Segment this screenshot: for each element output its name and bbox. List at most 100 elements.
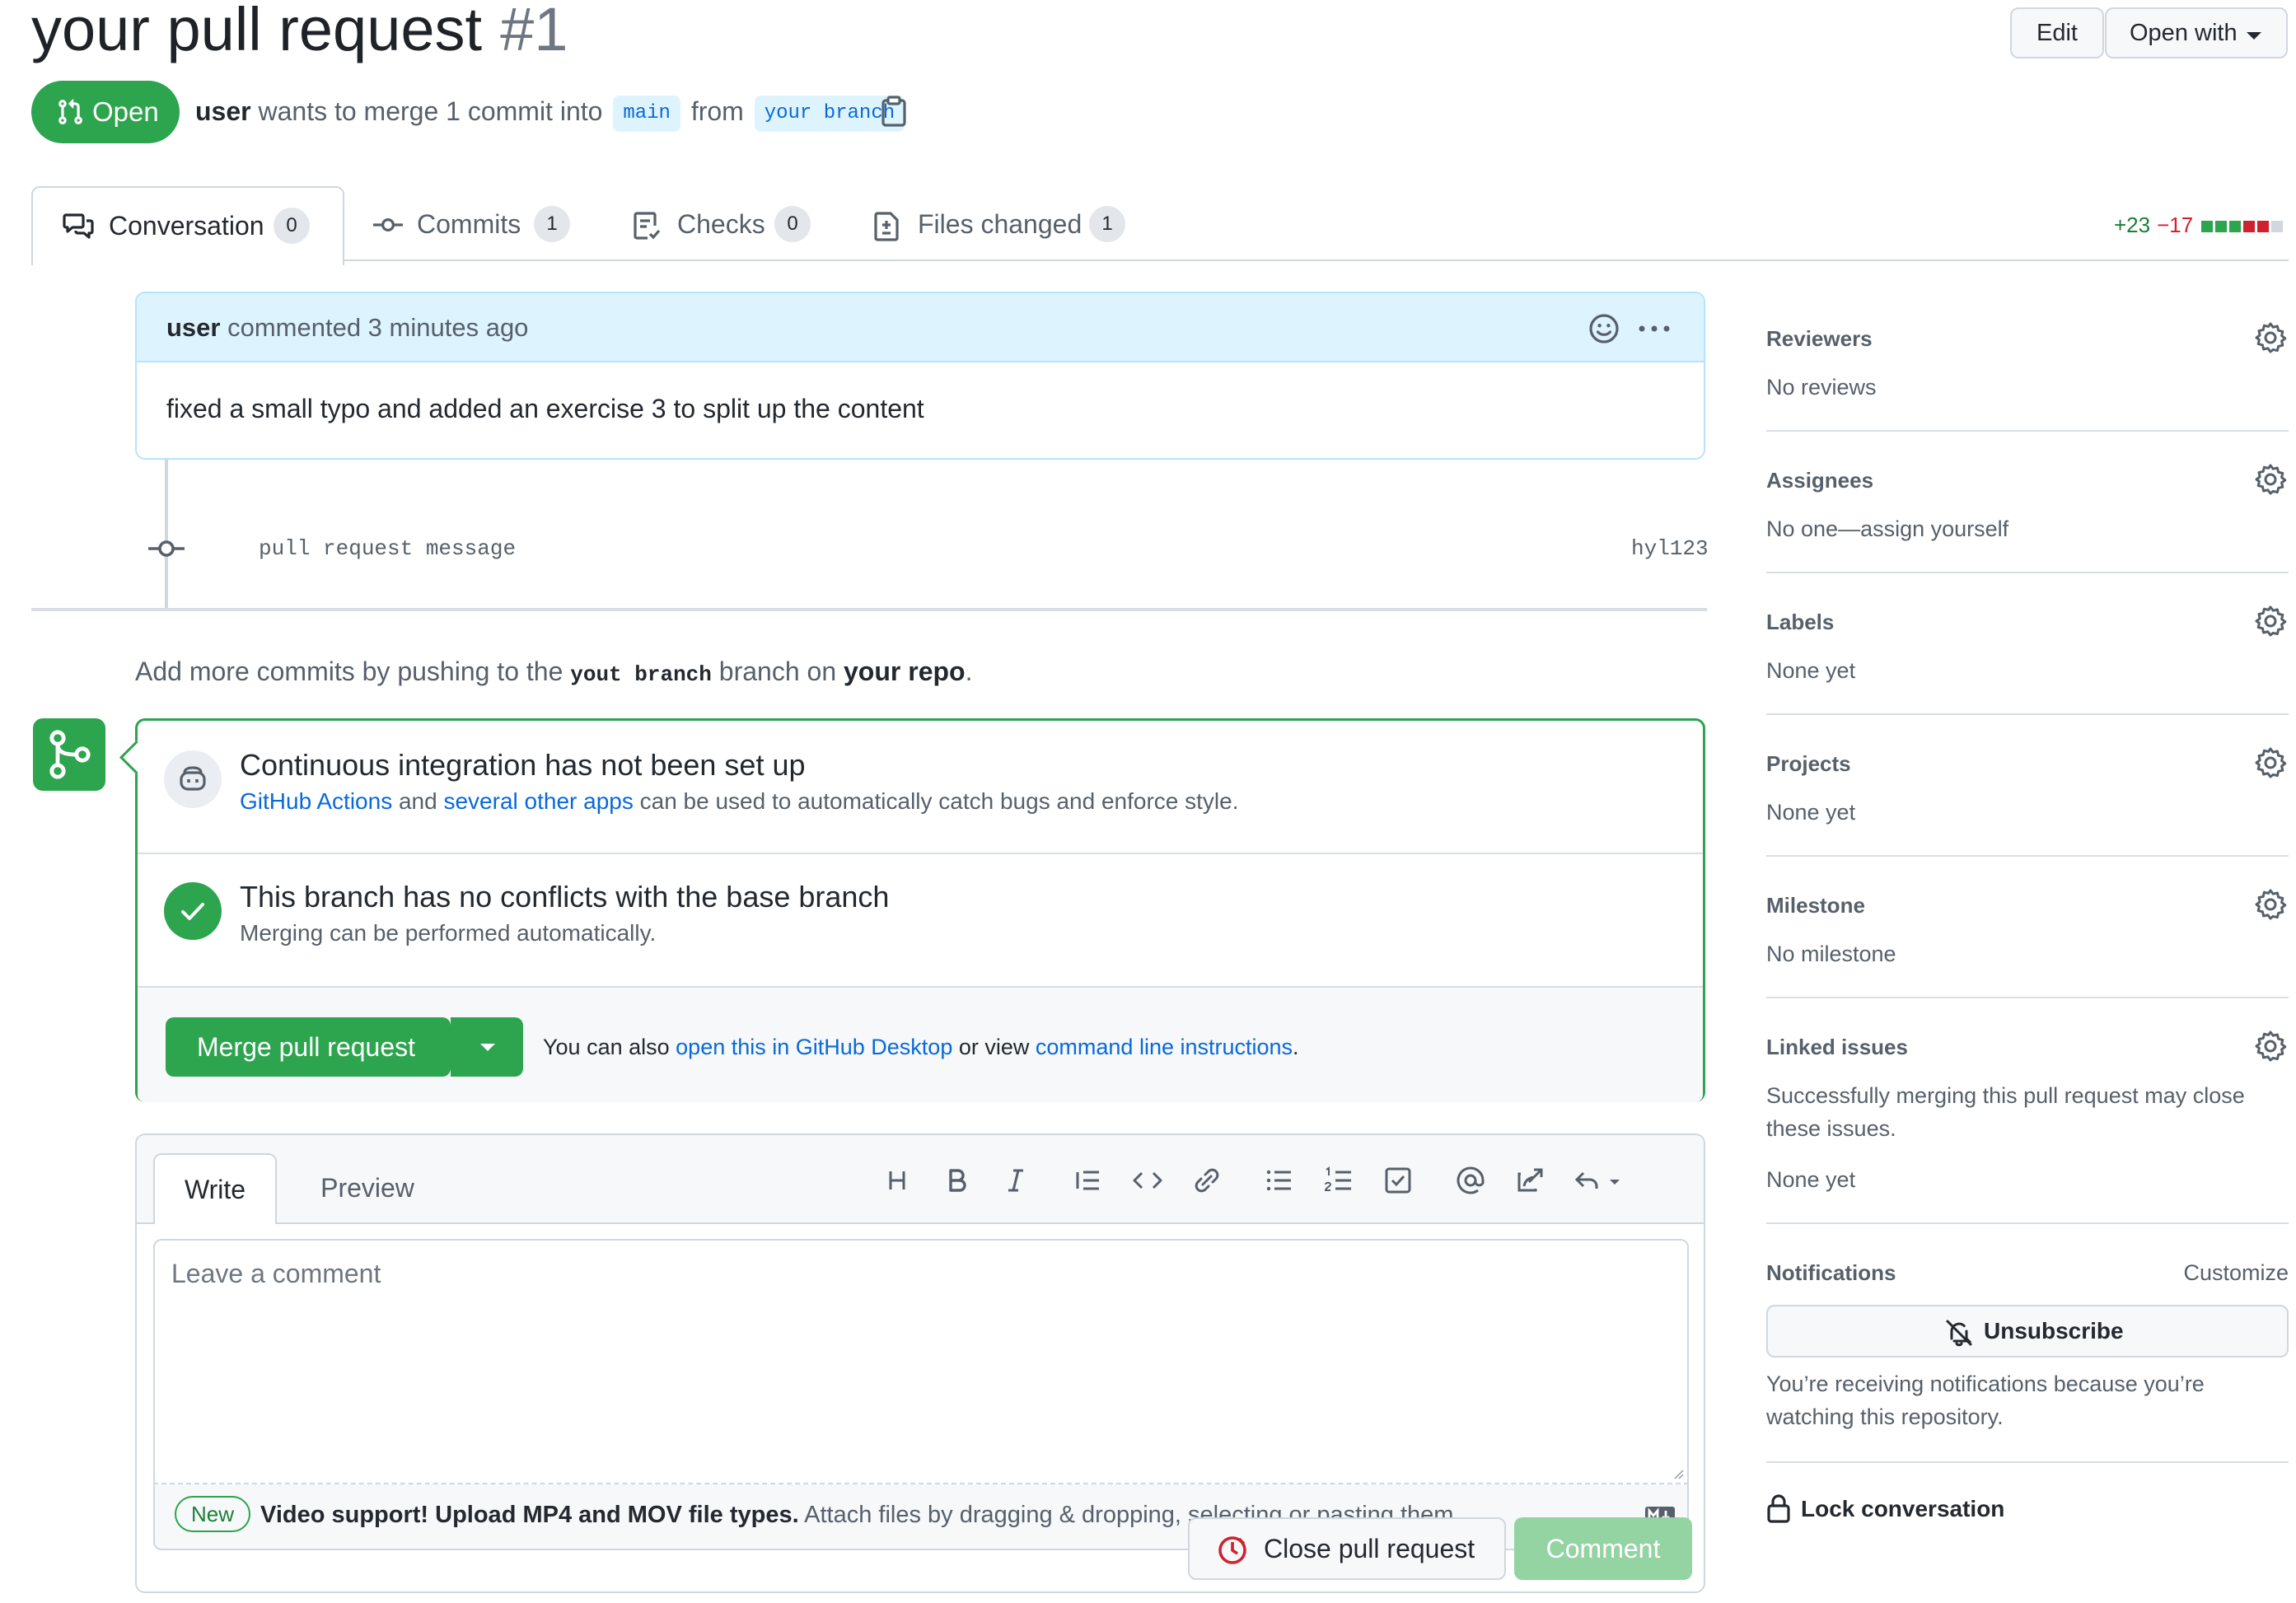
gear-icon[interactable] [2254,463,2287,496]
gear-icon[interactable] [2254,888,2287,921]
merge-button-label: Merge pull request [197,1032,416,1062]
tab-commits[interactable]: Commits 1 [372,186,587,262]
tab-checks-count: 0 [774,206,811,242]
timeline-line [165,460,168,608]
tab-conversation[interactable]: Conversation 0 [31,186,344,265]
diffstat-block [2215,221,2228,233]
other-apps-link[interactable]: several other apps [443,788,633,814]
diffstat-block [2257,221,2270,233]
tab-write[interactable]: Write [153,1153,277,1224]
heading-icon[interactable] [877,1160,918,1201]
assignees-value[interactable]: No one—assign yourself [1766,512,2008,545]
mention-icon[interactable] [1450,1160,1491,1201]
commit-message-link[interactable]: pull request message [259,532,516,565]
diffstat-block [2201,221,2214,233]
ordered-list-icon[interactable] [1318,1160,1359,1201]
milestone-value: No milestone [1766,942,1896,966]
comment-textarea[interactable]: Leave a comment [153,1239,1689,1484]
projects-heading[interactable]: Projects [1766,748,1851,779]
merge-summary: user wants to merge 1 commit into main f… [195,92,908,132]
merge-method-dropdown[interactable] [451,1017,523,1077]
assignees-heading[interactable]: Assignees [1766,465,1873,496]
caret-down-icon [2247,32,2261,40]
labels-heading[interactable]: Labels [1766,606,1834,638]
task-list-icon[interactable] [1377,1160,1419,1201]
pr-title-text: your pull request [31,0,483,63]
github-actions-link[interactable]: GitHub Actions [240,788,392,814]
diffstat-deletions: −17 [2157,213,2194,237]
lock-icon [1767,1494,1790,1523]
edit-button[interactable]: Edit [2010,7,2104,58]
customize-link[interactable]: Customize [2183,1257,2289,1288]
base-branch[interactable]: main [613,95,680,132]
git-commit-icon [373,218,403,232]
hint-prefix: You can also [543,1035,670,1059]
open-with-label: Open with [2130,20,2238,46]
reviewers-heading[interactable]: Reviewers [1766,323,1873,354]
italic-icon[interactable] [995,1160,1036,1201]
open-with-button[interactable]: Open with [2105,7,2288,58]
tab-files-changed-label: Files changed [918,209,1083,239]
tab-files-changed-count: 1 [1089,206,1125,242]
gear-icon[interactable] [2254,746,2287,779]
diffstat-block [2271,221,2284,233]
diffstat-blocks [2199,213,2284,237]
bold-icon[interactable] [936,1160,977,1201]
commit-sha-link[interactable]: hyl123 [1631,532,1709,565]
link-icon[interactable] [1186,1160,1227,1201]
cross-reference-icon[interactable] [1509,1160,1550,1201]
command-line-instructions-link[interactable]: command line instructions [1036,1035,1293,1059]
gear-icon[interactable] [2254,321,2287,354]
ci-and: and [398,788,437,814]
tab-checks-label: Checks [677,209,765,239]
comment-placeholder: Leave a comment [171,1259,381,1288]
git-commit-icon [148,540,185,557]
sidebar-divider [1766,430,2289,432]
merge-box-pointer [119,740,154,775]
add-commits-hint: Add more commits by pushing to the yout … [135,652,972,694]
caret-down-icon [480,1044,495,1051]
comment-author[interactable]: user [166,313,220,342]
ci-status-icon [164,750,222,808]
sidebar-divider [1766,997,2289,998]
diffstat-block [2243,221,2256,233]
copilot-robot-icon [180,766,206,791]
tab-files-changed[interactable]: Files changed 1 [873,186,1137,262]
resize-handle-icon[interactable] [1672,1468,1684,1479]
smiley-icon[interactable] [1588,313,1620,344]
state-label: Open [92,96,159,127]
unsubscribe-button[interactable]: Unsubscribe [1766,1305,2289,1358]
code-icon[interactable] [1127,1160,1168,1201]
tab-conversation-label: Conversation [109,211,264,241]
copy-icon[interactable] [880,96,908,127]
unordered-list-icon[interactable] [1259,1160,1300,1201]
reply-icon[interactable] [1569,1160,1634,1201]
gear-icon[interactable] [2254,605,2287,638]
hint-suffix: . [1293,1035,1299,1059]
hint-mid: or view [958,1035,1030,1059]
merge-box: Continuous integration has not been set … [119,718,1705,1102]
labels-value: None yet [1766,658,1856,683]
linked-issues-line1: Successfully merging this pull request m… [1766,1083,2245,1108]
open-in-desktop-link[interactable]: open this in GitHub Desktop [676,1035,952,1059]
diffstat-block [2229,221,2242,233]
merge-pull-request-button[interactable]: Merge pull request [166,1017,452,1077]
comment-submit-button[interactable]: Comment [1514,1517,1692,1580]
add-commits-prefix: Add more commits by pushing to the [135,657,563,686]
add-commits-repo: your repo [844,657,966,686]
comment-timestamp[interactable]: commented 3 minutes ago [227,313,528,342]
pr-author-link[interactable]: user [195,96,251,126]
tab-checks[interactable]: Checks 0 [633,186,830,262]
merge-action-area: Merge pull request You can also open thi… [138,986,1703,1102]
tab-preview[interactable]: Preview [302,1153,433,1222]
kebab-horizontal-icon[interactable] [1638,325,1671,333]
quote-icon[interactable] [1068,1160,1109,1201]
linked-issues-heading[interactable]: Linked issues [1766,1031,1908,1063]
sidebar-divider [1766,1222,2289,1224]
gear-icon[interactable] [2254,1030,2287,1063]
comment-form-toolbar: Write Preview [137,1135,1704,1224]
milestone-heading[interactable]: Milestone [1766,890,1865,921]
close-pull-request-button[interactable]: Close pull request [1188,1517,1506,1580]
diffstat: +23 −17 [2114,208,2284,241]
sidebar-divider [1766,855,2289,857]
